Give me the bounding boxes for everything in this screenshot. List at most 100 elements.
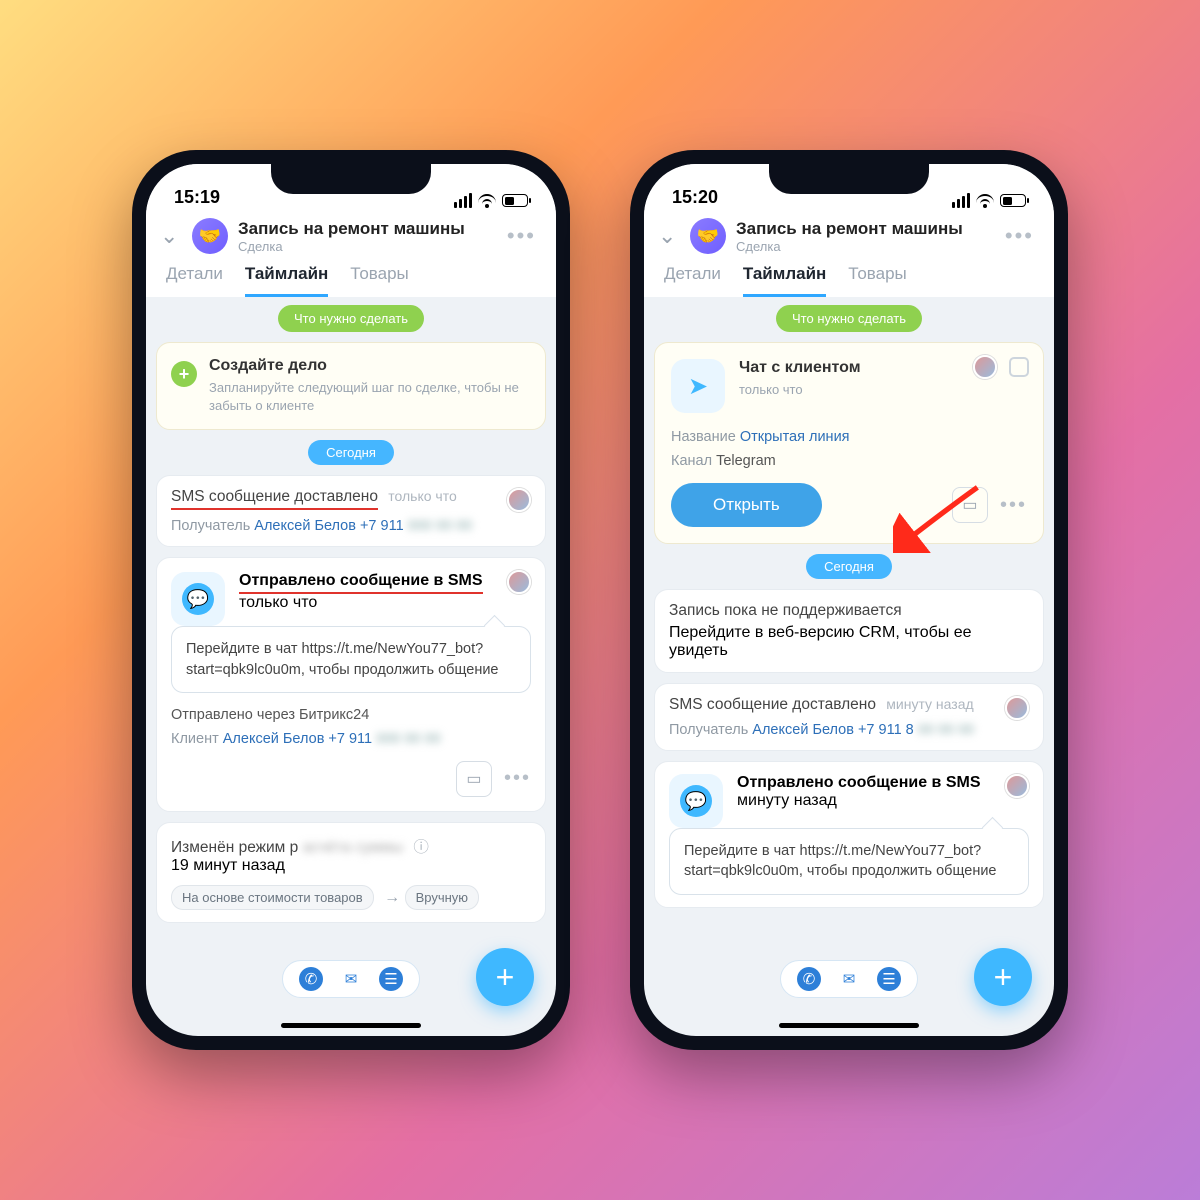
create-task-card[interactable]: + Создайте дело Запланируйте следующий ш… bbox=[156, 342, 546, 430]
status-time: 15:19 bbox=[174, 187, 220, 208]
sms-sent-meta: минуту назад bbox=[737, 792, 1029, 810]
chip-auto: На основе стоимости товаров bbox=[171, 885, 374, 910]
page-subtitle: Сделка bbox=[736, 239, 989, 254]
chip-manual: Вручную bbox=[405, 885, 479, 910]
mail-icon[interactable]: ✉ bbox=[339, 967, 363, 991]
tab-products[interactable]: Товары bbox=[848, 264, 906, 297]
tab-timeline[interactable]: Таймлайн bbox=[245, 264, 328, 297]
sent-via: Отправлено через Битрикс24 bbox=[171, 707, 531, 723]
page-title: Запись на ремонт машины bbox=[736, 219, 989, 239]
sms-sent-title: Отправлено сообщение в SMS bbox=[239, 572, 483, 594]
client-value[interactable]: Алексей Белов +7 911 bbox=[223, 731, 372, 747]
chat-name-label: Название bbox=[671, 429, 736, 445]
tabs: Детали Таймлайн Товары bbox=[160, 254, 542, 297]
tabs: Детали Таймлайн Товары bbox=[658, 254, 1040, 297]
avatar bbox=[1005, 774, 1029, 798]
note-icon[interactable]: ▭ bbox=[952, 487, 988, 523]
create-task-sub: Запланируйте следующий шаг по сделке, чт… bbox=[209, 379, 529, 415]
mode-changed-title: Изменён режим р bbox=[171, 839, 298, 856]
call-icon[interactable]: ✆ bbox=[299, 967, 323, 991]
more-icon[interactable]: ••• bbox=[501, 223, 542, 249]
fab-add[interactable]: + bbox=[974, 948, 1032, 1006]
battery-icon bbox=[1000, 194, 1026, 207]
back-chevron-icon[interactable]: ⌄ bbox=[160, 223, 182, 249]
phone-right: 15:20 ⌄ 🤝 Запись на ремонт машины Сделка… bbox=[630, 150, 1068, 1050]
today-pill: Сегодня bbox=[806, 554, 892, 579]
client-blur: 000 00 00 bbox=[376, 731, 441, 747]
recipient-label: Получатель bbox=[171, 518, 250, 534]
recipient-blur: 00 00 00 bbox=[918, 722, 974, 738]
mail-icon[interactable]: ✉ bbox=[837, 967, 861, 991]
card-checkbox[interactable] bbox=[1009, 357, 1029, 377]
tab-products[interactable]: Товары bbox=[350, 264, 408, 297]
battery-icon bbox=[502, 194, 528, 207]
unsupported-sub: Перейдите в веб-версию CRM, чтобы ее уви… bbox=[669, 624, 1029, 660]
more-icon[interactable]: ••• bbox=[999, 223, 1040, 249]
card-more-icon[interactable]: ••• bbox=[1000, 494, 1027, 517]
phone-left: 15:19 ⌄ 🤝 Запись на ремонт машины Сделка… bbox=[132, 150, 570, 1050]
sms-delivered-card[interactable]: SMS сообщение доставлено только что Полу… bbox=[156, 475, 546, 547]
chat-channel-value: Telegram bbox=[716, 453, 776, 469]
sms-delivered-meta: минуту назад bbox=[886, 696, 973, 712]
message-body: Перейдите в чат https://t.me/NewYou77_bo… bbox=[171, 626, 531, 693]
call-icon[interactable]: ✆ bbox=[797, 967, 821, 991]
chat-client-card[interactable]: ➤ Чат с клиентом только что Название Отк… bbox=[654, 342, 1044, 544]
client-label: Клиент bbox=[171, 731, 219, 747]
sms-sent-meta: только что bbox=[239, 594, 531, 612]
fab-add[interactable]: + bbox=[476, 948, 534, 1006]
home-indicator[interactable] bbox=[281, 1023, 421, 1028]
todo-pill: Что нужно сделать bbox=[278, 305, 424, 332]
chat-name-value[interactable]: Открытая линия bbox=[740, 429, 850, 445]
notch bbox=[769, 164, 929, 194]
deal-icon: 🤝 bbox=[192, 218, 228, 254]
mode-changed-card[interactable]: Изменён режим р асчёта суммы ⓘ 19 минут … bbox=[156, 822, 546, 923]
chat-bubble-icon: 💬 bbox=[171, 572, 225, 626]
todo-pill: Что нужно сделать bbox=[776, 305, 922, 332]
quick-actions[interactable]: ✆ ✉ ☰ bbox=[282, 960, 420, 998]
unsupported-card[interactable]: Запись пока не поддерживается Перейдите … bbox=[654, 589, 1044, 673]
wifi-icon bbox=[976, 194, 994, 208]
chat-channel-label: Канал bbox=[671, 453, 712, 469]
open-button[interactable]: Открыть bbox=[671, 483, 822, 527]
tab-details[interactable]: Детали bbox=[664, 264, 721, 297]
sms-delivered-title: SMS сообщение доставлено bbox=[171, 488, 378, 510]
recipient-value[interactable]: Алексей Белов +7 911 8 bbox=[752, 722, 913, 738]
chat-bubble-icon: 💬 bbox=[669, 774, 723, 828]
tab-details[interactable]: Детали bbox=[166, 264, 223, 297]
cellular-icon bbox=[454, 193, 472, 208]
unsupported-title: Запись пока не поддерживается bbox=[669, 602, 1029, 620]
note-icon[interactable]: ▭ bbox=[456, 761, 492, 797]
task-icon[interactable]: ☰ bbox=[379, 967, 403, 991]
deal-icon: 🤝 bbox=[690, 218, 726, 254]
recipient-value[interactable]: Алексей Белов +7 911 bbox=[254, 518, 403, 534]
sms-sent-card[interactable]: 💬 Отправлено сообщение в SMS минуту наза… bbox=[654, 761, 1044, 908]
recipient-label: Получатель bbox=[669, 722, 748, 738]
chat-meta: только что bbox=[739, 381, 1027, 399]
mode-changed-ago: 19 минут назад bbox=[171, 857, 531, 875]
header: ⌄ 🤝 Запись на ремонт машины Сделка ••• Д… bbox=[146, 210, 556, 297]
today-pill: Сегодня bbox=[308, 440, 394, 465]
home-indicator[interactable] bbox=[779, 1023, 919, 1028]
sms-sent-card[interactable]: 💬 Отправлено сообщение в SMS только что … bbox=[156, 557, 546, 812]
wifi-icon bbox=[478, 194, 496, 208]
avatar bbox=[973, 355, 997, 379]
header: ⌄ 🤝 Запись на ремонт машины Сделка ••• Д… bbox=[644, 210, 1054, 297]
create-task-title: Создайте дело bbox=[209, 357, 529, 375]
sms-delivered-card[interactable]: SMS сообщение доставлено минуту назад По… bbox=[654, 683, 1044, 751]
quick-actions[interactable]: ✆ ✉ ☰ bbox=[780, 960, 918, 998]
task-icon[interactable]: ☰ bbox=[877, 967, 901, 991]
status-time: 15:20 bbox=[672, 187, 718, 208]
sms-delivered-title: SMS сообщение доставлено bbox=[669, 696, 876, 713]
recipient-blur: 000 00 00 bbox=[408, 518, 473, 534]
sms-sent-title: Отправлено сообщение в SMS bbox=[737, 774, 1029, 792]
message-body: Перейдите в чат https://t.me/NewYou77_bo… bbox=[669, 828, 1029, 895]
back-chevron-icon[interactable]: ⌄ bbox=[658, 223, 680, 249]
plus-icon: + bbox=[171, 361, 197, 387]
cellular-icon bbox=[952, 193, 970, 208]
page-title: Запись на ремонт машины bbox=[238, 219, 491, 239]
page-subtitle: Сделка bbox=[238, 239, 491, 254]
tab-timeline[interactable]: Таймлайн bbox=[743, 264, 826, 297]
telegram-icon: ➤ bbox=[671, 359, 725, 413]
avatar bbox=[1005, 696, 1029, 720]
card-more-icon[interactable]: ••• bbox=[504, 767, 531, 790]
